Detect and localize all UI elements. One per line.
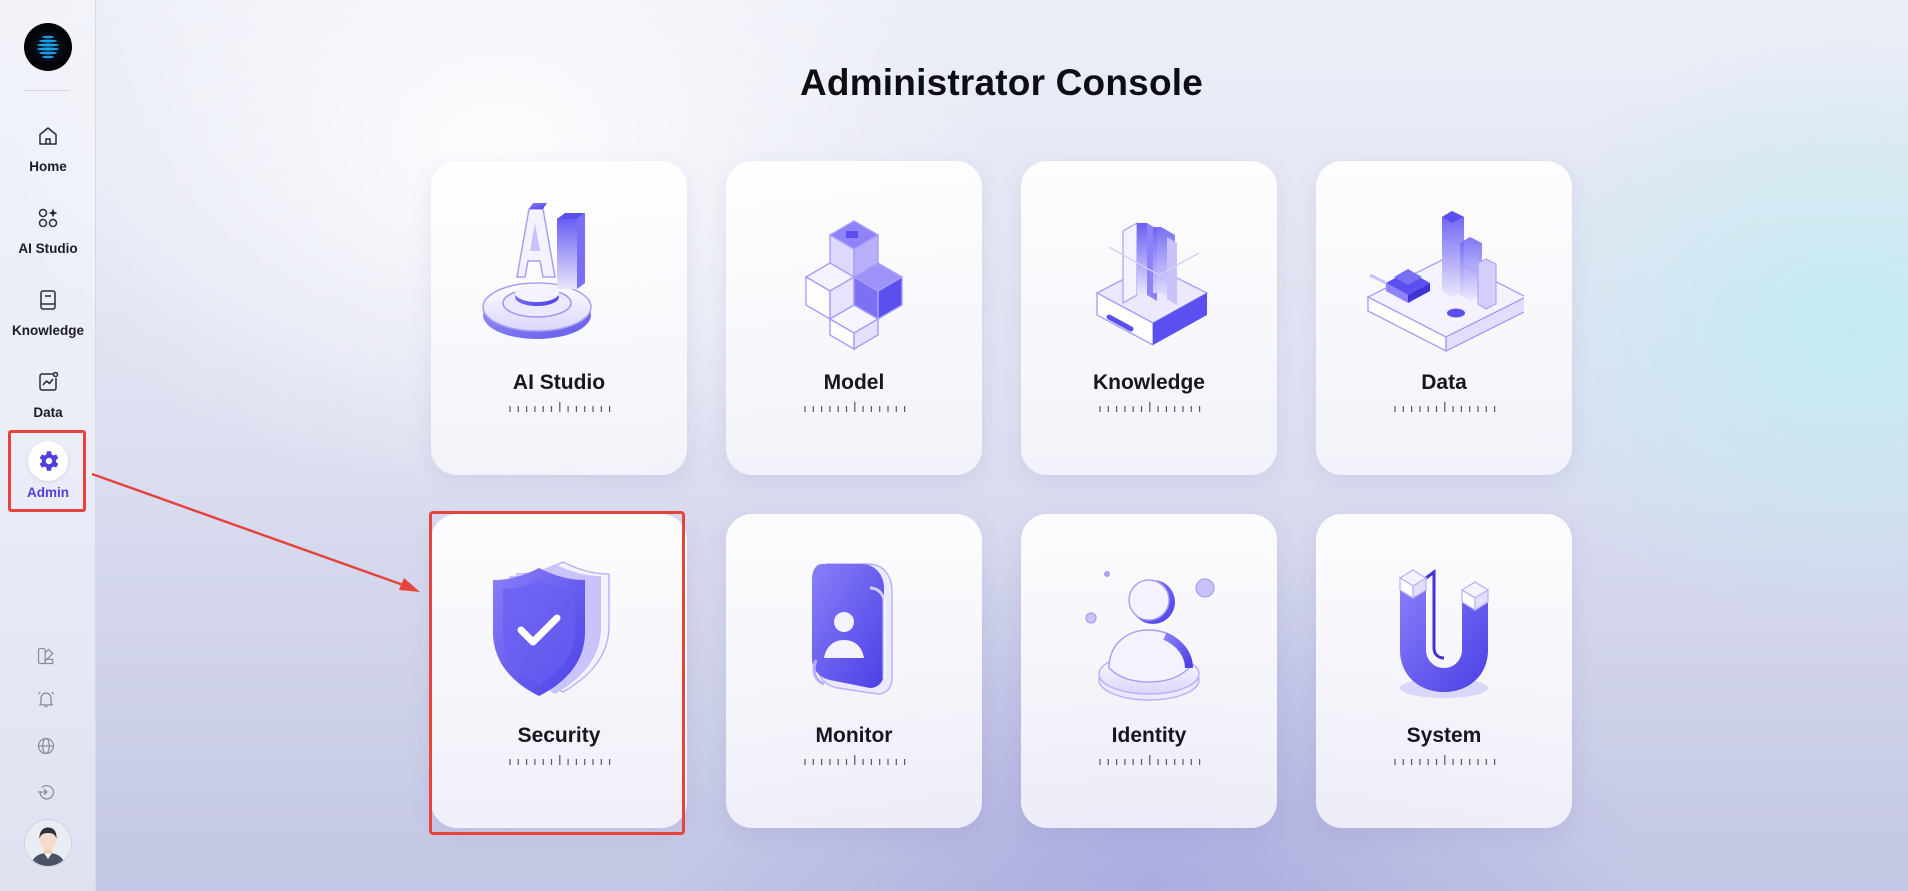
monitor-badge-illustration (812, 563, 893, 695)
logout-icon[interactable] (33, 779, 59, 805)
sidebar-item-knowledge[interactable]: Knowledge (8, 276, 88, 346)
book-icon (34, 286, 62, 314)
data-bars-illustration (1366, 211, 1524, 353)
card-ticks (804, 755, 906, 765)
chart-icon (34, 368, 62, 396)
card-ticks (509, 755, 611, 765)
apps-sparkle-icon (34, 204, 62, 232)
identity-person-illustration (1085, 571, 1215, 701)
app-logo[interactable] (24, 23, 72, 71)
sidebar-item-label: Data (33, 405, 63, 420)
user-avatar-icon (25, 820, 71, 866)
card-security[interactable]: Security (431, 514, 687, 828)
card-system[interactable]: System (1316, 514, 1572, 828)
card-label: Data (1421, 371, 1467, 394)
card-ticks (1099, 402, 1201, 412)
model-cubes-illustration (804, 220, 904, 351)
page-title: Administrator Console (799, 62, 1204, 103)
card-label: System (1406, 724, 1482, 747)
card-label: Monitor (815, 724, 893, 747)
system-magnet-illustration (1398, 569, 1490, 698)
card-ticks (1394, 755, 1496, 765)
sidebar-item-label: AI Studio (18, 241, 78, 256)
avatar[interactable] (24, 819, 72, 867)
card-ticks (1394, 402, 1496, 412)
card-label: Knowledge (1092, 371, 1205, 394)
card-label: AI Studio (512, 371, 606, 394)
sidebar-item-data[interactable]: Data (8, 358, 88, 428)
logo-icon (37, 35, 59, 59)
card-ticks (804, 402, 906, 412)
sidebar-item-label: Admin (27, 485, 69, 500)
sidebar-item-label: Knowledge (11, 323, 84, 338)
knowledge-books-illustration (1095, 221, 1209, 347)
ai-studio-illustration (482, 203, 592, 339)
card-ticks (1099, 755, 1201, 765)
card-knowledge[interactable]: Knowledge (1021, 161, 1277, 475)
home-icon (34, 122, 62, 150)
shield-check-illustration (493, 561, 610, 696)
card-ai-studio[interactable]: AI Studio (431, 161, 687, 475)
card-model[interactable]: Model (726, 161, 982, 475)
gear-icon (28, 441, 68, 481)
sidebar: Home AI Studio Knowledge Data Admin (0, 0, 96, 891)
card-identity[interactable]: Identity (1021, 514, 1277, 828)
card-ticks (509, 402, 611, 412)
logo-divider (24, 90, 70, 91)
sidebar-item-admin[interactable]: Admin (8, 436, 88, 506)
sidebar-item-label: Home (29, 159, 67, 174)
palette-icon[interactable] (33, 643, 59, 669)
card-label: Identity (1111, 724, 1187, 747)
card-label: Security (517, 724, 601, 747)
card-data[interactable]: Data (1316, 161, 1572, 475)
card-monitor[interactable]: Monitor (726, 514, 982, 828)
sidebar-item-home[interactable]: Home (8, 112, 88, 182)
bell-icon[interactable] (33, 686, 59, 712)
globe-icon[interactable] (33, 733, 59, 759)
sidebar-item-ai-studio[interactable]: AI Studio (8, 194, 88, 264)
card-label: Model (823, 371, 885, 394)
